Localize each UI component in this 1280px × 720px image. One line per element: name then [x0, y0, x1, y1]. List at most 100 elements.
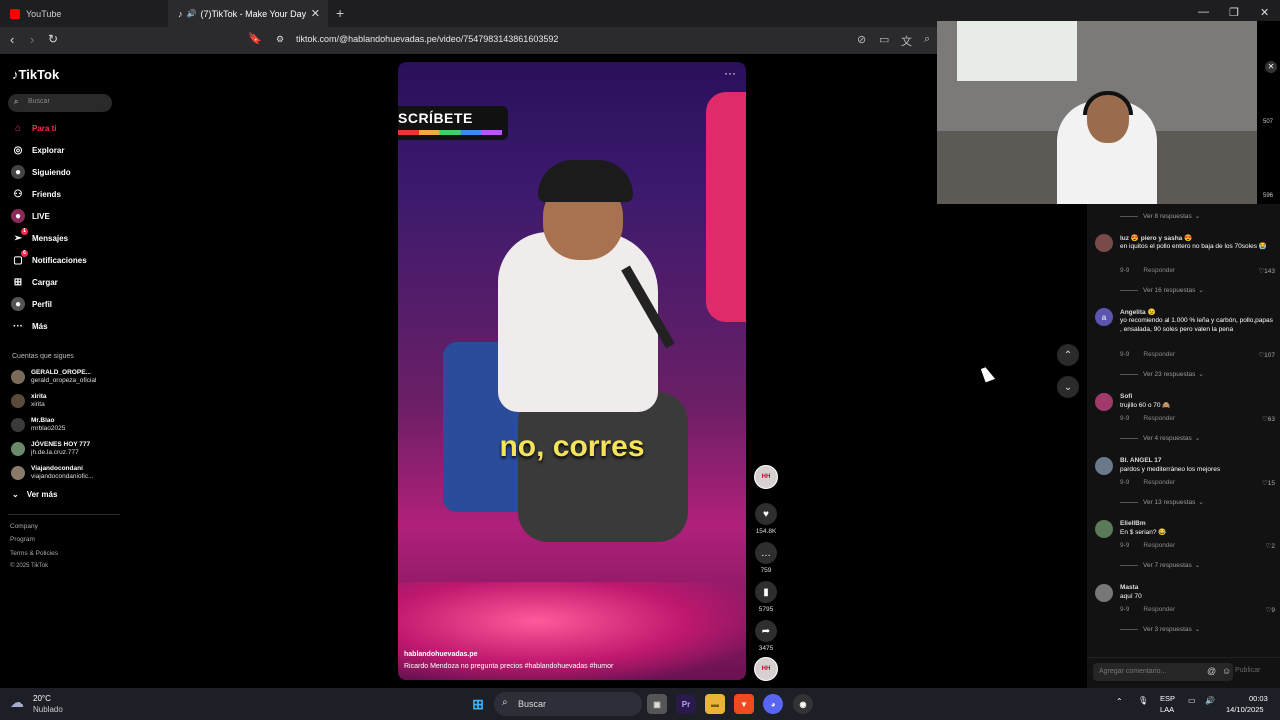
- windows-start-icon[interactable]: ⊞: [468, 694, 488, 714]
- following-account[interactable]: xirita xirita: [11, 391, 47, 411]
- video-player[interactable]: SCRÍBETE no, corres ··· hablandohuevadas…: [398, 62, 746, 680]
- sound-avatar[interactable]: HH: [754, 657, 778, 681]
- comment-user[interactable]: luz 😍 piero y sasha 😍: [1120, 234, 1192, 242]
- previous-video-button[interactable]: ⌃: [1057, 344, 1079, 366]
- reply-button[interactable]: Responder: [1143, 542, 1175, 549]
- view-replies-button[interactable]: Ver 8 respuestas ⌄: [1120, 212, 1200, 221]
- reload-button[interactable]: ↻: [48, 32, 58, 46]
- footer-link[interactable]: Terms & Policies: [10, 550, 58, 557]
- view-replies-button[interactable]: Ver 23 respuestas ⌄: [1120, 370, 1204, 379]
- translate-icon[interactable]: 文: [901, 33, 912, 49]
- search-input[interactable]: ⌕ Buscar: [8, 94, 112, 112]
- mention-icon[interactable]: @: [1207, 666, 1216, 676]
- reply-button[interactable]: Responder: [1143, 606, 1175, 613]
- nav-notificaciones[interactable]: ▢ 6 Notificaciones: [11, 250, 87, 268]
- new-tab-button[interactable]: +: [336, 5, 344, 21]
- comment-button[interactable]: … 759: [754, 542, 778, 574]
- emoji-icon[interactable]: ☺: [1222, 666, 1231, 676]
- reply-button[interactable]: Responder: [1143, 351, 1175, 358]
- zoom-icon[interactable]: ⌕: [924, 33, 930, 46]
- nav-perfil[interactable]: ● Perfil: [11, 296, 52, 312]
- nav-para-ti[interactable]: ⌂ Para ti: [11, 120, 57, 136]
- clock-time[interactable]: 00:03: [1249, 694, 1268, 703]
- close-tab-icon[interactable]: ✕: [311, 7, 320, 20]
- comment-like-button[interactable]: ♡2: [1266, 542, 1275, 550]
- nav-mas[interactable]: ··· Más: [11, 318, 48, 334]
- view-replies-button[interactable]: Ver 3 respuestas ⌄: [1120, 625, 1200, 634]
- tab-tiktok[interactable]: ♪ 🔊 (7)TikTok - Make Your Day ✕: [168, 0, 328, 27]
- comment-user[interactable]: BI. ANGEL 17: [1120, 457, 1162, 464]
- obs-icon[interactable]: ◉: [793, 694, 813, 714]
- nav-mensajes[interactable]: ➢ 1 Mensajes: [11, 228, 68, 246]
- tab-youtube[interactable]: YouTube: [0, 0, 168, 27]
- avatar[interactable]: a: [1095, 308, 1113, 326]
- see-more-button[interactable]: ⌄ Ver más: [12, 490, 57, 499]
- url-input[interactable]: tiktok.com/@hablandohuevadas.pe/video/75…: [296, 34, 558, 44]
- avatar[interactable]: [1095, 584, 1113, 602]
- taskbar-search[interactable]: ⌕ Buscar: [494, 692, 642, 716]
- avatar[interactable]: [1095, 520, 1113, 538]
- footer-link[interactable]: Company: [10, 523, 38, 530]
- avatar[interactable]: [1095, 393, 1113, 411]
- cast-icon[interactable]: ▭: [879, 33, 889, 46]
- forward-button[interactable]: ›: [30, 32, 34, 47]
- tiktok-logo[interactable]: ♪TikTok: [12, 67, 59, 82]
- chevron-up-icon[interactable]: ⌃: [1116, 697, 1123, 706]
- comment-user[interactable]: Sofi: [1120, 393, 1132, 400]
- comment-like-button[interactable]: ♡63: [1262, 415, 1275, 423]
- comment-like-button[interactable]: ♡143: [1258, 267, 1275, 275]
- comment-like-button[interactable]: ♡107: [1258, 351, 1275, 359]
- comment-user[interactable]: Angelita 😉: [1120, 308, 1156, 316]
- nav-siguiendo[interactable]: ● Siguiendo: [11, 164, 71, 180]
- comment-like-button[interactable]: ♡15: [1262, 479, 1275, 487]
- view-replies-button[interactable]: Ver 4 respuestas ⌄: [1120, 434, 1200, 443]
- task-view-icon[interactable]: ▣: [647, 694, 667, 714]
- like-button[interactable]: ♥ 154.8K: [754, 503, 778, 535]
- nav-cargar[interactable]: ⊞ Cargar: [11, 274, 58, 290]
- share-button[interactable]: ➦ 3475: [754, 620, 778, 652]
- premiere-icon[interactable]: Pr: [676, 694, 696, 714]
- language-code[interactable]: ESP: [1160, 694, 1175, 703]
- reply-button[interactable]: Responder: [1143, 415, 1175, 422]
- keyboard-layout[interactable]: LAA: [1160, 705, 1174, 714]
- comment-like-button[interactable]: ♡9: [1266, 606, 1275, 614]
- following-account[interactable]: Viajandocondani viajandocondaniofic...: [11, 463, 94, 483]
- more-options-icon[interactable]: ···: [724, 66, 736, 80]
- nav-explorar[interactable]: ◎ Explorar: [11, 142, 65, 158]
- footer-link[interactable]: Program: [10, 536, 35, 543]
- creator-avatar[interactable]: HH: [754, 465, 778, 489]
- avatar[interactable]: [1095, 457, 1113, 475]
- view-replies-button[interactable]: Ver 7 respuestas ⌄: [1120, 561, 1200, 570]
- close-icon[interactable]: ✕: [1265, 61, 1277, 73]
- view-replies-button[interactable]: Ver 13 respuestas ⌄: [1120, 498, 1204, 507]
- back-button[interactable]: ‹: [10, 32, 14, 47]
- restore-button[interactable]: ❐: [1229, 6, 1239, 19]
- nav-live[interactable]: ● LIVE: [11, 208, 50, 224]
- comment-user[interactable]: EliellBm: [1120, 520, 1146, 527]
- video-author[interactable]: hablandohuevadas.pe: [404, 651, 478, 658]
- volume-icon[interactable]: 🔊: [1205, 696, 1215, 705]
- reply-button[interactable]: Responder: [1143, 267, 1175, 274]
- microphone-icon[interactable]: 🎙: [1138, 696, 1148, 705]
- discord-icon[interactable]: ◕: [763, 694, 783, 714]
- close-window-button[interactable]: ✕: [1260, 6, 1269, 19]
- following-account[interactable]: Mr.Blao mrblao2025: [11, 415, 65, 435]
- nav-friends[interactable]: ⚇ Friends: [11, 186, 61, 202]
- view-replies-button[interactable]: Ver 16 respuestas ⌄: [1120, 286, 1204, 295]
- site-info-icon[interactable]: ⚙: [276, 34, 284, 45]
- bookmark-icon[interactable]: 🔖: [248, 32, 262, 45]
- publish-button[interactable]: Publicar: [1235, 667, 1260, 674]
- save-button[interactable]: ▮ 5795: [754, 581, 778, 613]
- next-video-button[interactable]: ⌄: [1057, 376, 1079, 398]
- reply-button[interactable]: Responder: [1143, 479, 1175, 486]
- weather-temp[interactable]: 20°C: [33, 694, 51, 703]
- file-explorer-icon[interactable]: ▬: [705, 694, 725, 714]
- monitor-icon[interactable]: ▭: [1188, 696, 1196, 705]
- weather-desc[interactable]: Nublado: [33, 705, 63, 714]
- brave-browser-icon[interactable]: ▼: [734, 694, 754, 714]
- following-account[interactable]: JÓVENES HOY 777 jh.de.la.cruz.777: [11, 439, 90, 459]
- following-account[interactable]: GERALD_OROPE... gerald_oropeza_oficial: [11, 367, 96, 387]
- clock-date[interactable]: 14/10/2025: [1226, 705, 1264, 714]
- comment-user[interactable]: Masta: [1120, 584, 1138, 591]
- no-tracking-icon[interactable]: ⊘: [857, 33, 866, 46]
